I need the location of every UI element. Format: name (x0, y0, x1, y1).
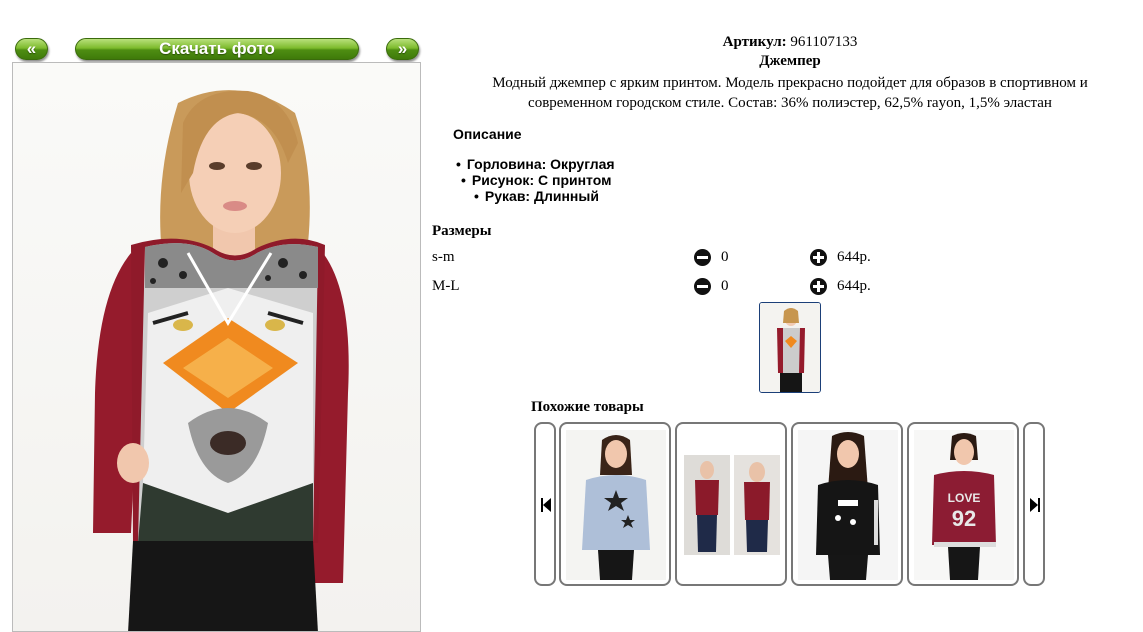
plus-circle-icon[interactable] (810, 249, 827, 266)
skip-prev-icon (541, 498, 551, 512)
similar-product-item[interactable] (559, 422, 671, 586)
product-thumbnail[interactable] (759, 302, 821, 393)
feature-item: • Рисунок: С принтом (461, 172, 611, 188)
size-price: 644р. (837, 278, 871, 294)
bullet-icon: • (456, 156, 461, 172)
bullet-icon: • (461, 172, 466, 188)
feature-text: Горловина: Округлая (466, 156, 615, 172)
feature-item: • Рукав: Длинный (474, 188, 599, 204)
feature-text: Рукав: Длинный (484, 188, 599, 204)
similar-product-item[interactable]: LOVE 92 (907, 422, 1019, 586)
feature-text: Рисунок: С принтом (471, 172, 612, 188)
description-heading: Описание (453, 126, 522, 142)
carousel-prev-button[interactable] (534, 422, 556, 586)
bullet-icon: • (474, 188, 479, 204)
next-photo-button[interactable]: » (386, 38, 419, 60)
size-quantity: 0 (721, 249, 729, 265)
product-photo (12, 62, 421, 632)
size-name: s-m (432, 249, 455, 265)
svg-text:LOVE: LOVE (948, 491, 981, 505)
thumbnail-image (760, 303, 820, 392)
size-row: M-L 0 644р. (432, 278, 932, 298)
download-photo-button[interactable]: Скачать фото (75, 38, 359, 60)
size-name: M-L (432, 278, 460, 294)
model-illustration (93, 90, 349, 631)
similar-product-item[interactable] (675, 422, 787, 586)
minus-circle-icon[interactable] (694, 249, 711, 266)
product-description: Модный джемпер с ярким принтом. Модель п… (492, 75, 1088, 111)
similar-products-heading: Похожие товары (531, 399, 644, 415)
similar-product-item[interactable] (791, 422, 903, 586)
similar-product-image (682, 430, 782, 580)
sku-line: Артикул: 961107133 (440, 34, 1140, 51)
sizes-heading: Размеры (432, 223, 492, 239)
feature-item: • Горловина: Округлая (456, 156, 615, 172)
svg-text:92: 92 (952, 506, 976, 531)
carousel-next-button[interactable] (1023, 422, 1045, 586)
size-row: s-m 0 644р. (432, 249, 932, 269)
similar-product-image: LOVE 92 (914, 430, 1014, 580)
product-name: Джемпер (759, 53, 821, 69)
plus-circle-icon[interactable] (810, 278, 827, 295)
sku-label: Артикул: (722, 34, 787, 50)
sku-value: 961107133 (790, 34, 858, 50)
minus-circle-icon[interactable] (694, 278, 711, 295)
similar-product-image (566, 430, 666, 580)
size-price: 644р. (837, 249, 871, 265)
size-quantity: 0 (721, 278, 729, 294)
similar-product-image (798, 430, 898, 580)
skip-next-icon (1030, 498, 1040, 512)
prev-photo-button[interactable]: « (15, 38, 48, 60)
